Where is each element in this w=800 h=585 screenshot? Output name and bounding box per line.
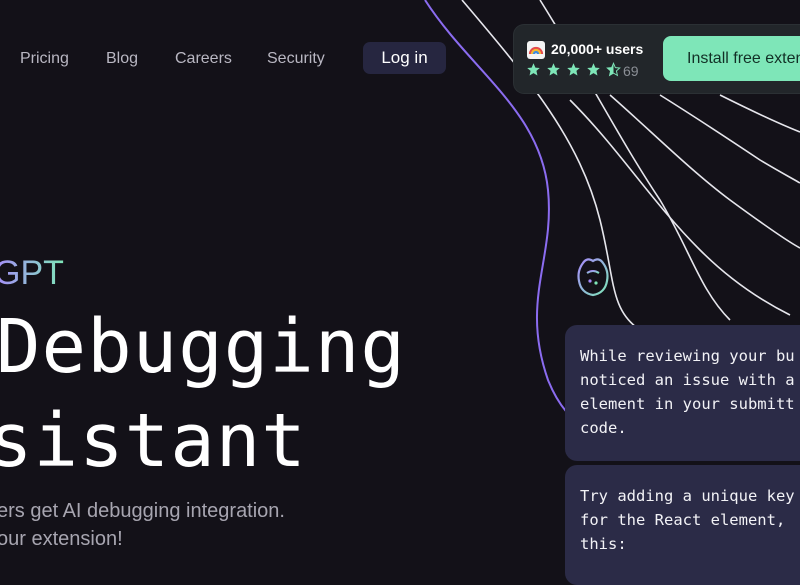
chat-message-line: While reviewing your bu <box>580 347 795 365</box>
nav-link-pricing[interactable]: Pricing <box>20 50 69 68</box>
chat-message-line: element in your submitt <box>580 395 795 413</box>
star-half-icon <box>606 62 621 77</box>
chat-message-line: for the React element, <box>580 511 786 529</box>
login-button[interactable]: Log in <box>363 42 446 74</box>
chrome-logo-icon <box>527 41 545 59</box>
bot-icon <box>577 258 609 297</box>
hero-subtitle-line2: our extension! <box>0 528 123 550</box>
hero-subtitle-line1: ers get AI debugging integration. <box>0 500 285 522</box>
chat-message-line: this: <box>580 535 627 553</box>
star-icon <box>587 63 600 76</box>
star-rating <box>526 62 621 77</box>
hero-title-line2: sistant <box>0 398 307 484</box>
nav-link-blog[interactable]: Blog <box>106 50 138 68</box>
brand-gpt-label: GPT <box>0 254 64 293</box>
users-count: 20,000+ users <box>551 41 644 57</box>
nav-link-security[interactable]: Security <box>267 50 325 68</box>
chat-message-line: Try adding a unique key <box>580 487 795 505</box>
hero-title-line1: Debugging <box>0 304 406 390</box>
rating-count: 69 <box>623 63 639 79</box>
chat-message-line: code. <box>580 419 627 437</box>
star-icon <box>527 63 540 76</box>
chat-message-2: Try adding a unique key for the React el… <box>565 465 800 585</box>
chat-message-line: noticed an issue with a <box>580 371 795 389</box>
chat-message-1: While reviewing your bu noticed an issue… <box>565 325 800 461</box>
star-icon <box>567 63 580 76</box>
star-icon <box>547 63 560 76</box>
nav-link-careers[interactable]: Careers <box>175 50 232 68</box>
install-extension-button[interactable]: Install free exten <box>663 36 800 81</box>
